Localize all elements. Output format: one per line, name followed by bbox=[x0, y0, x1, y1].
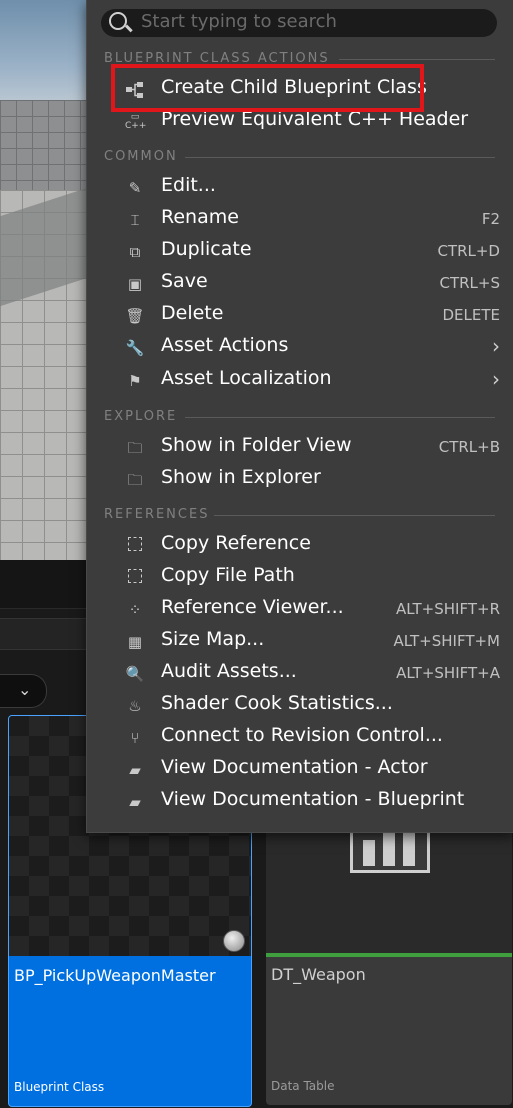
menu-item-size-map[interactable]: ▦ Size Map... ALT+SHIFT+M bbox=[87, 626, 513, 656]
menu-item-delete[interactable]: 🗑 Delete DELETE bbox=[87, 300, 513, 330]
submenu-arrow-icon: › bbox=[492, 367, 500, 391]
reference-viewer-icon: ⁘ bbox=[128, 601, 142, 619]
section-header-common: COMMON bbox=[104, 149, 178, 164]
menu-item-shortcut: ALT+SHIFT+A bbox=[396, 664, 500, 682]
section-divider bbox=[185, 157, 495, 158]
pencil-icon: ✎ bbox=[128, 179, 142, 197]
menu-item-shortcut: CTRL+D bbox=[437, 242, 500, 260]
copy-path-icon bbox=[125, 569, 145, 587]
chevron-down-icon: ⌄ bbox=[18, 680, 32, 699]
copy-reference-icon bbox=[125, 537, 145, 555]
menu-item-label: Edit... bbox=[161, 174, 216, 196]
menu-item-connect-revision-control[interactable]: ⑂ Connect to Revision Control... bbox=[87, 722, 513, 752]
rename-icon: ⌶ bbox=[130, 211, 140, 229]
book-icon: ▰ bbox=[129, 761, 141, 779]
menu-item-label: Audit Assets... bbox=[161, 660, 297, 682]
filter-dropdown-button[interactable]: ⌄ bbox=[0, 674, 47, 708]
audit-icon: 🔍 bbox=[125, 665, 145, 683]
menu-item-audit-assets[interactable]: 🔍 Audit Assets... ALT+SHIFT+A bbox=[87, 658, 513, 688]
menu-item-label: Copy Reference bbox=[161, 532, 311, 554]
menu-item-label: Size Map... bbox=[161, 628, 265, 650]
content-browser-path-bar bbox=[0, 618, 100, 650]
trash-icon: 🗑 bbox=[125, 307, 145, 325]
search-icon bbox=[109, 12, 127, 30]
save-icon: ▣ bbox=[127, 275, 143, 293]
cpp-header-icon: ▭ C++ bbox=[125, 112, 147, 131]
asset-type: Data Table bbox=[271, 1079, 335, 1093]
section-header-references: REFERENCES bbox=[104, 507, 210, 522]
content-browser-toolbar bbox=[0, 560, 100, 609]
section-header-explore: EXPLORE bbox=[104, 409, 178, 424]
search-placeholder: Start typing to search bbox=[141, 11, 337, 32]
menu-item-label: Show in Explorer bbox=[161, 466, 321, 488]
menu-item-view-docs-actor[interactable]: ▰ View Documentation - Actor bbox=[87, 754, 513, 784]
menu-item-rename[interactable]: ⌶ Rename F2 bbox=[87, 204, 513, 234]
menu-item-save[interactable]: ▣ Save CTRL+S bbox=[87, 268, 513, 298]
menu-item-label: View Documentation - Actor bbox=[161, 756, 428, 778]
menu-item-label: Save bbox=[161, 270, 208, 292]
asset-name: BP_PickUpWeaponMaster bbox=[14, 966, 216, 985]
menu-item-view-docs-blueprint[interactable]: ▰ View Documentation - Blueprint bbox=[87, 786, 513, 816]
menu-item-shader-cook-statistics[interactable]: ♨ Shader Cook Statistics... bbox=[87, 690, 513, 720]
folder-search-icon: 🗀 bbox=[127, 471, 143, 489]
section-divider bbox=[185, 417, 495, 418]
menu-item-show-in-explorer[interactable]: 🗀 Show in Explorer bbox=[87, 464, 513, 494]
submenu-arrow-icon: › bbox=[492, 334, 500, 358]
menu-item-label: Show in Folder View bbox=[161, 434, 352, 456]
menu-item-label: Shader Cook Statistics... bbox=[161, 692, 393, 714]
menu-item-shortcut: DELETE bbox=[442, 306, 500, 324]
asset-type: Blueprint Class bbox=[14, 1080, 105, 1094]
menu-item-label: Asset Actions bbox=[161, 334, 289, 356]
viewport-wall bbox=[0, 100, 100, 195]
menu-item-edit[interactable]: ✎ Edit... bbox=[87, 172, 513, 202]
menu-item-label: Rename bbox=[161, 206, 239, 228]
menu-item-label: View Documentation - Blueprint bbox=[161, 788, 465, 810]
menu-item-asset-actions[interactable]: 🔧 Asset Actions › bbox=[87, 332, 513, 362]
highlight-box bbox=[111, 64, 424, 112]
menu-item-label: Duplicate bbox=[161, 238, 252, 260]
folder-search-icon: 🗀 bbox=[127, 439, 143, 457]
asset-context-menu: Start typing to search BLUEPRINT CLASS A… bbox=[86, 0, 513, 833]
section-divider bbox=[339, 59, 495, 60]
sphere-icon bbox=[223, 930, 245, 952]
book-icon: ▰ bbox=[129, 793, 141, 811]
menu-item-label: Delete bbox=[161, 302, 224, 324]
menu-item-copy-reference[interactable]: Copy Reference bbox=[87, 530, 513, 560]
asset-name: DT_Weapon bbox=[271, 965, 366, 984]
menu-item-label: Copy File Path bbox=[161, 564, 295, 586]
menu-item-label: Reference Viewer... bbox=[161, 596, 344, 618]
menu-item-shortcut: CTRL+B bbox=[438, 438, 500, 456]
menu-item-shortcut: CTRL+S bbox=[439, 274, 500, 292]
menu-item-shortcut: ALT+SHIFT+R bbox=[395, 600, 500, 618]
level-viewport[interactable] bbox=[0, 0, 100, 560]
menu-item-label: Connect to Revision Control... bbox=[161, 724, 443, 746]
duplicate-icon: ⧉ bbox=[129, 243, 141, 261]
asset-type-stripe bbox=[266, 953, 512, 957]
menu-item-duplicate[interactable]: ⧉ Duplicate CTRL+D bbox=[87, 236, 513, 266]
size-map-icon: ▦ bbox=[127, 633, 143, 651]
shader-bowl-icon: ♨ bbox=[128, 697, 142, 715]
flag-icon: ⚑ bbox=[128, 372, 142, 390]
menu-item-shortcut: ALT+SHIFT+M bbox=[393, 632, 500, 650]
menu-item-shortcut: F2 bbox=[481, 210, 500, 228]
branch-icon: ⑂ bbox=[130, 729, 140, 747]
menu-item-asset-localization[interactable]: ⚑ Asset Localization › bbox=[87, 365, 513, 395]
menu-item-label: Asset Localization bbox=[161, 367, 332, 389]
menu-item-copy-file-path[interactable]: Copy File Path bbox=[87, 562, 513, 592]
search-input[interactable]: Start typing to search bbox=[101, 9, 497, 37]
menu-item-show-in-folder-view[interactable]: 🗀 Show in Folder View CTRL+B bbox=[87, 432, 513, 462]
wrench-icon: 🔧 bbox=[125, 339, 145, 357]
section-divider bbox=[214, 515, 495, 516]
menu-item-reference-viewer[interactable]: ⁘ Reference Viewer... ALT+SHIFT+R bbox=[87, 594, 513, 624]
